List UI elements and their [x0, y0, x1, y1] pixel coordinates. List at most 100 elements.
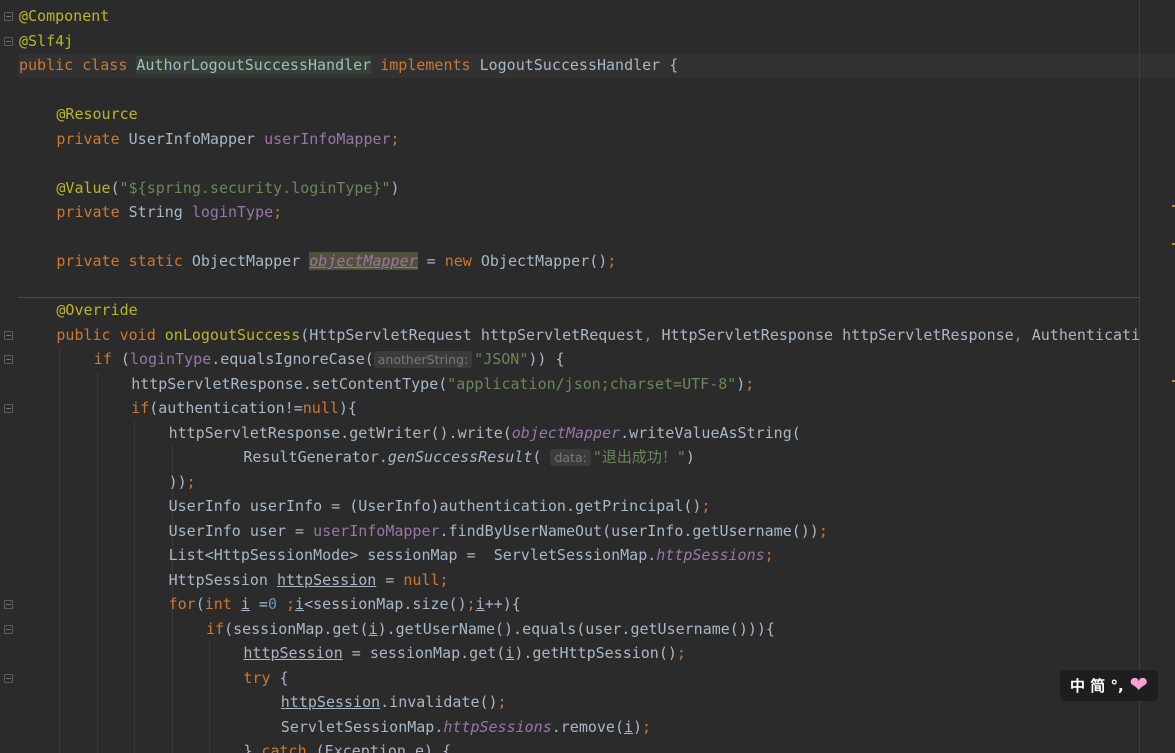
fold-toggle-icon[interactable]: [4, 12, 13, 21]
code-token: private: [56, 252, 129, 270]
code-line[interactable]: for(int i =0 ;i<sessionMap.size();i++){: [169, 592, 521, 616]
code-line[interactable]: public void onLogoutSuccess(HttpServletR…: [56, 323, 1140, 347]
fold-toggle-icon[interactable]: [4, 404, 13, 413]
code-token: loginType: [129, 350, 212, 368]
code-token: if: [131, 399, 150, 417]
code-token: .invalidate(): [380, 693, 498, 711]
code-token: ;: [764, 546, 774, 564]
code-token: void: [119, 325, 165, 344]
code-token: (HttpServletRequest httpServletRequest: [300, 325, 644, 344]
code-editor[interactable]: @Component @Slf4j public class AuthorLogou…: [0, 0, 1175, 753]
code-line[interactable]: @Component: [19, 4, 109, 28]
code-token: "退出成功！": [592, 448, 686, 466]
code-token: UserInfo user =: [168, 521, 314, 540]
code-token: ){: [338, 399, 357, 417]
code-line[interactable]: @Slf4j: [19, 29, 73, 53]
code-token: genSuccessResult: [387, 448, 533, 466]
code-line[interactable]: @Resource: [56, 102, 137, 126]
code-token: i: [240, 595, 250, 613]
code-token: .writeValueAsString(: [620, 423, 801, 442]
ime-status-bar[interactable]: 中 简 °, ❤: [1060, 670, 1158, 701]
code-line[interactable]: private static ObjectMapper objectMapper…: [56, 249, 616, 273]
fold-toggle-icon[interactable]: [4, 600, 13, 609]
code-token: ): [390, 178, 400, 197]
editor-gutter[interactable]: [0, 0, 18, 753]
fold-toggle-icon[interactable]: [4, 355, 13, 364]
code-line[interactable]: private UserInfoMapper userInfoMapper;: [56, 127, 399, 151]
fold-toggle-icon[interactable]: [4, 36, 13, 46]
code-line[interactable]: @Value("${spring.security.loginType}"): [56, 176, 399, 200]
code-token: List<HttpSessionMode> sessionMap = Servl…: [168, 546, 657, 564]
code-token: null: [302, 399, 339, 417]
code-line[interactable]: public class AuthorLogoutSuccessHandler …: [19, 53, 678, 77]
fold-toggle-icon[interactable]: [4, 330, 13, 340]
code-line[interactable]: if(sessionMap.get(i).getUserName().equal…: [206, 617, 775, 641]
code-token: i: [368, 619, 378, 638]
code-token: int: [204, 595, 241, 613]
code-line[interactable]: if(authentication!=null){: [131, 396, 357, 420]
code-token: i: [623, 717, 634, 736]
code-token: }: [243, 742, 262, 753]
code-token: ;: [818, 521, 828, 540]
code-token: for: [168, 595, 196, 613]
code-token: ;: [390, 129, 400, 148]
code-token: .findByUserNameOut(userInfo.getUsername(…: [439, 521, 819, 540]
code-token: ): [685, 448, 695, 466]
code-token: objectMapper: [511, 423, 621, 442]
code-token: ,: [643, 325, 662, 344]
code-line[interactable]: UserInfo user = userInfoMapper.findByUse…: [169, 519, 828, 543]
code-token: HttpServletResponse httpServletResponse: [661, 325, 1014, 344]
code-line[interactable]: try {: [243, 666, 288, 690]
code-token: try: [243, 668, 280, 687]
code-token: @Value: [56, 178, 111, 197]
code-line[interactable]: httpServletResponse.getWriter().write(ob…: [169, 421, 801, 445]
fold-toggle-icon[interactable]: [4, 624, 13, 634]
code-token: (: [532, 448, 551, 466]
code-token: (sessionMap.get(: [224, 619, 369, 638]
code-token: new: [444, 252, 481, 270]
code-token: httpSession: [243, 644, 343, 662]
code-token: .remove(: [551, 717, 624, 736]
code-token: (authentication!=: [149, 399, 303, 417]
code-token: "application/json;charset=UTF-8": [447, 374, 737, 393]
code-token: implements: [371, 56, 480, 74]
code-token: ): [736, 374, 746, 393]
code-line[interactable]: httpSession = sessionMap.get(i).getHttpS…: [243, 641, 686, 665]
method-separator: [18, 297, 1139, 298]
code-token: objectMapper: [309, 252, 418, 270]
code-line[interactable]: ));: [169, 470, 196, 494]
code-token: @Override: [56, 301, 138, 319]
code-token: loginType: [191, 203, 274, 221]
code-token: HttpSession: [168, 570, 277, 589]
code-line[interactable]: UserInfo userInfo = (UserInfo)authentica…: [169, 494, 711, 518]
code-line[interactable]: httpServletResponse.setContentType("appl…: [131, 372, 754, 396]
code-token: UserInfoMapper: [128, 129, 265, 148]
code-line[interactable]: if (loginType.equalsIgnoreCase(anotherSt…: [94, 347, 564, 371]
code-line[interactable]: httpSession.invalidate();: [281, 690, 507, 714]
code-token: ;: [676, 644, 686, 662]
right-margin-guide: [1139, 0, 1140, 753]
code-line[interactable]: } catch (Exception e) {: [243, 739, 451, 753]
code-token: = sessionMap.get(: [342, 644, 506, 662]
code-token: public: [19, 56, 83, 74]
code-line[interactable]: ServletSessionMap.httpSessions.remove(i)…: [281, 715, 651, 739]
code-line[interactable]: ResultGenerator.genSuccessResult( data: "…: [243, 445, 695, 469]
indent-guide: [96, 371, 98, 753]
indent-guide: [59, 347, 61, 753]
heart-icon: ❤: [1129, 672, 1149, 698]
code-token: httpServletResponse.setContentType(: [131, 374, 448, 393]
code-token: null: [403, 570, 440, 589]
code-line[interactable]: HttpSession httpSession = null;: [169, 568, 449, 592]
code-line[interactable]: @Override: [56, 298, 137, 322]
code-line[interactable]: List<HttpSessionMode> sessionMap = Servl…: [169, 543, 774, 567]
code-line[interactable]: private String loginType;: [56, 200, 282, 224]
code-token: =: [376, 570, 404, 589]
code-token: userInfoMapper: [264, 129, 391, 148]
indent-guide: [209, 641, 210, 753]
code-token: ;: [701, 497, 711, 515]
code-token: AuthorLogoutSuccessHandler: [136, 56, 372, 74]
fold-toggle-icon[interactable]: [4, 673, 13, 683]
code-token: ResultGenerator.: [243, 448, 388, 466]
code-token: ,: [1013, 325, 1032, 344]
code-token: ;: [276, 595, 296, 613]
